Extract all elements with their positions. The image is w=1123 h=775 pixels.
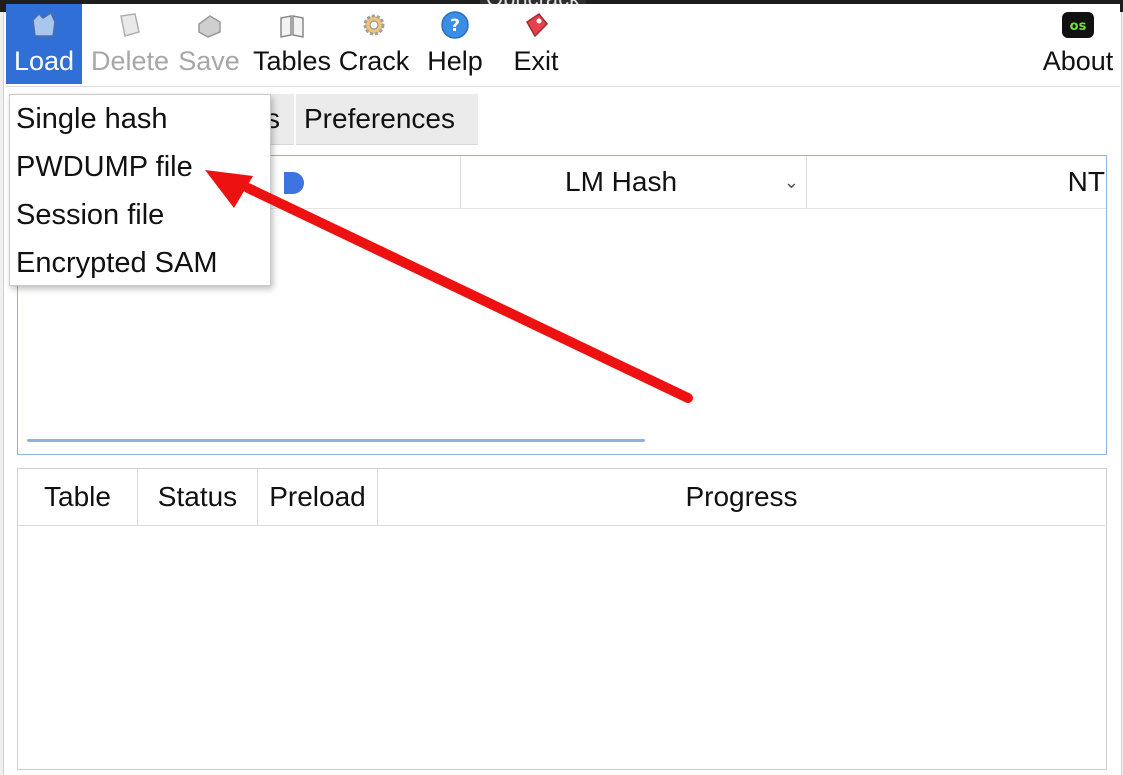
annotation-arrow-shaft <box>243 183 693 403</box>
annotation-arrow <box>205 170 693 403</box>
